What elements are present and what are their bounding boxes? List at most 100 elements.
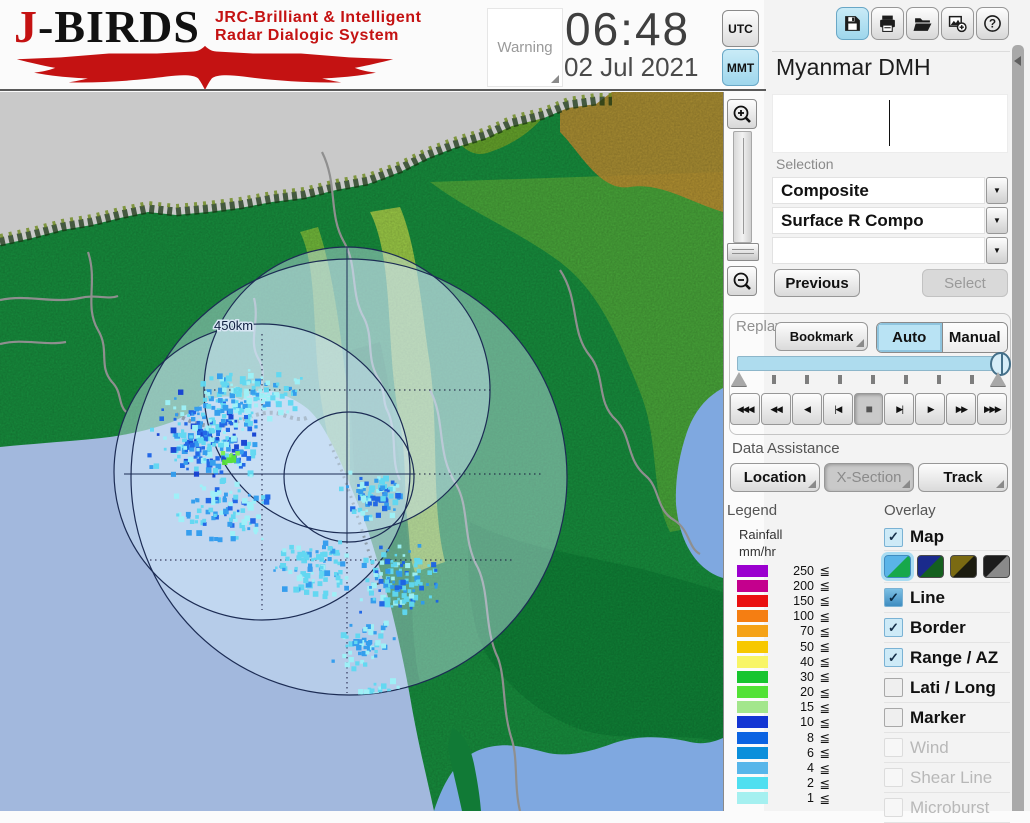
overlay-item-map[interactable]: ✓ Map [884, 524, 1010, 551]
checkbox[interactable] [884, 738, 903, 757]
map-style-navy-green-icon[interactable] [917, 555, 944, 578]
playback-forward-fast[interactable]: ▶▶▶ [977, 393, 1008, 425]
chevron-down-icon[interactable]: ▼ [986, 177, 1008, 204]
radar-map-viewport[interactable]: 450km [0, 92, 724, 811]
overlay-item-microburst[interactable]: Microburst [884, 793, 1010, 823]
map-zoom-in-button[interactable] [727, 99, 757, 129]
checkbox[interactable]: ✓ [884, 527, 903, 547]
map-style-blue-green-icon[interactable] [884, 555, 911, 578]
previous-button[interactable]: Previous [774, 269, 860, 297]
legend-swatch [737, 716, 768, 729]
map-style-olive-black-icon[interactable] [950, 555, 977, 578]
checkbox[interactable] [884, 798, 903, 817]
dropdown-product[interactable]: Surface R Compo ▼ [772, 207, 1008, 234]
legend-row: 8 ≦ [737, 730, 847, 745]
bookmark-label: Bookmark [789, 329, 854, 344]
header-divider [0, 89, 766, 91]
dropdown-extra-value[interactable] [772, 237, 985, 264]
select-button[interactable]: Select [922, 269, 1008, 297]
dropdown-category-value[interactable]: Composite [772, 177, 985, 204]
replay-mode-toggle: Auto Manual [876, 322, 1008, 353]
print-button[interactable] [871, 7, 904, 40]
dropdown-extra[interactable]: ▼ [772, 237, 1008, 264]
slider-tick [970, 375, 974, 384]
map-zoom-slider-handle[interactable] [727, 243, 759, 261]
manual-button[interactable]: Manual [942, 323, 1007, 352]
legend-comparator: ≦ [819, 624, 830, 639]
playback-rewind[interactable]: ◀◀ [760, 393, 791, 425]
playback-play-reverse[interactable]: ◀ [791, 393, 822, 425]
playback-play[interactable]: ▶ [915, 393, 946, 425]
fold-corner-icon [902, 480, 910, 488]
legend-value: 50 [800, 639, 814, 654]
legend-swatch [737, 625, 768, 638]
auto-button[interactable]: Auto [877, 323, 943, 352]
map-zoom-out-button[interactable] [727, 266, 757, 296]
overlay-item-range-az[interactable]: ✓ Range / AZ [884, 643, 1010, 673]
data-assistance-x-section[interactable]: X-Section [824, 463, 914, 492]
panel-collapse-strip[interactable] [1012, 45, 1024, 811]
overlay-item-wind[interactable]: Wind [884, 733, 1010, 763]
chevron-down-icon[interactable]: ▼ [986, 237, 1008, 264]
overlay-item-label: Map [910, 527, 944, 546]
legend-comparator: ≦ [819, 579, 830, 594]
add-image-button[interactable] [941, 7, 974, 40]
overlay-item-lati-long[interactable]: Lati / Long [884, 673, 1010, 703]
checkbox[interactable]: ✓ [884, 618, 903, 637]
save-button[interactable] [836, 7, 869, 40]
chevron-down-icon[interactable]: ▼ [986, 207, 1008, 234]
legend-swatch [737, 640, 768, 653]
playback-forward[interactable]: ▶▶ [946, 393, 977, 425]
dropdown-product-value[interactable]: Surface R Compo [772, 207, 985, 234]
fold-corner-icon [996, 480, 1004, 488]
overlay-item-label: Line [910, 587, 945, 607]
station-info-box [772, 94, 1008, 153]
replay-slider-track[interactable] [737, 356, 1007, 371]
legend-swatch [737, 564, 768, 577]
map-style-black-gray-icon[interactable] [983, 555, 1010, 578]
overlay-item-shear-line[interactable]: Shear Line [884, 763, 1010, 793]
fold-corner-icon [808, 480, 816, 488]
playback-stop[interactable]: ■ [853, 393, 884, 425]
overlay-item-line[interactable]: ✓ Line [884, 583, 1010, 613]
button-label: Track [943, 469, 983, 486]
checkbox[interactable] [884, 768, 903, 787]
playback-rewind-fast[interactable]: ◀◀◀ [730, 393, 760, 425]
warning-button[interactable]: Warning [487, 8, 563, 87]
data-assistance-track[interactable]: Track [918, 463, 1008, 492]
open-folder-button[interactable] [906, 7, 939, 40]
checkbox[interactable] [884, 708, 903, 727]
legend-value: 6 [807, 745, 814, 760]
slider-tick [904, 375, 908, 384]
data-assistance-location[interactable]: Location [730, 463, 820, 492]
button-label: Location [743, 469, 807, 486]
playback-step-back[interactable]: |◀ [822, 393, 853, 425]
checkbox[interactable]: ✓ [884, 648, 903, 667]
legend-comparator: ≦ [819, 685, 830, 700]
slider-end-marker[interactable] [990, 372, 1006, 386]
legend-swatch [737, 731, 768, 744]
bookmark-button[interactable]: Bookmark [775, 322, 868, 351]
dropdown-category[interactable]: Composite ▼ [772, 177, 1008, 204]
utc-button[interactable]: UTC [722, 10, 759, 47]
overlay-item-border[interactable]: ✓ Border [884, 613, 1010, 643]
legend-swatch [737, 792, 768, 805]
mmt-button[interactable]: MMT [722, 49, 759, 86]
playback-step-forward[interactable]: ▶| [884, 393, 915, 425]
help-button[interactable]: ? [976, 7, 1009, 40]
cursor-line [889, 100, 890, 146]
legend-row: 30 ≦ [737, 669, 847, 684]
legend-value: 70 [800, 624, 814, 639]
checkbox[interactable] [884, 678, 903, 697]
slider-start-marker[interactable] [731, 372, 747, 386]
warning-label: Warning [497, 39, 553, 56]
map-zoom-slider-track[interactable] [733, 131, 752, 243]
overlay-item-label: Range / AZ [910, 647, 999, 667]
legend-value: 4 [807, 761, 814, 776]
overlay-item-marker[interactable]: Marker [884, 703, 1010, 733]
overlay-item-label: Shear Line [910, 767, 993, 787]
checkbox[interactable]: ✓ [884, 588, 903, 607]
select-label: Select [944, 274, 986, 292]
manual-label: Manual [948, 329, 1001, 346]
legend-swatch [737, 777, 768, 790]
